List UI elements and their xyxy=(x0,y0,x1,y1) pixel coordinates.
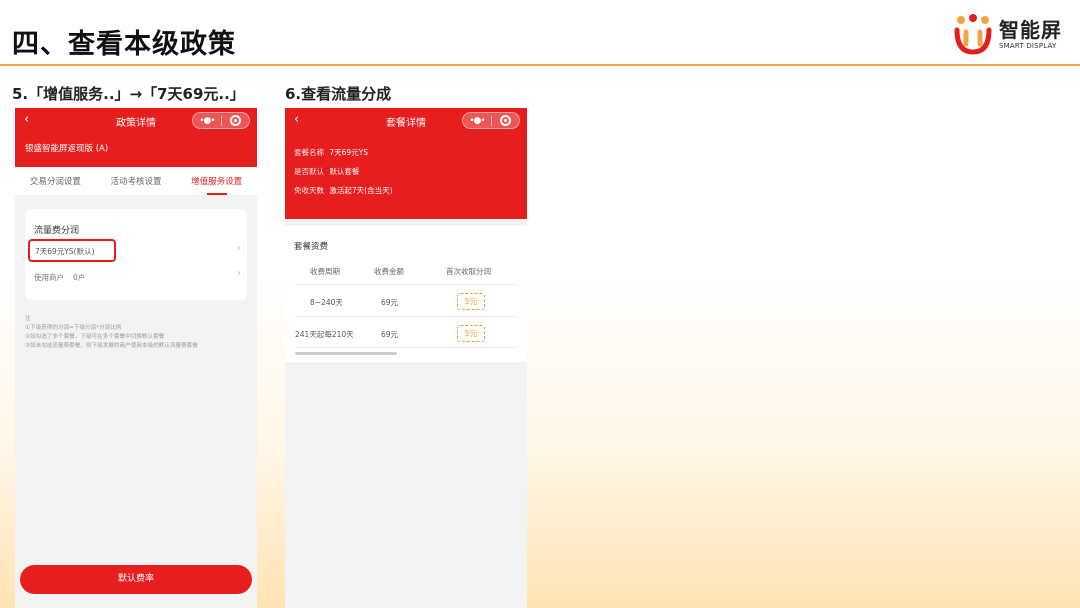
logo-text-cn: 智能屏 xyxy=(999,18,1062,42)
note-line: ③如未勾选流量费套餐，则下级发展的商户使用本级的默认流量费套餐 xyxy=(25,343,198,349)
cell-share-tag: 5元 xyxy=(457,325,485,342)
step5-caption: 5.「增值服务..」→「7天69元..」 xyxy=(12,85,245,103)
info-key: 套餐名称 xyxy=(294,148,324,157)
step6-caption: 6.查看流量分成 xyxy=(285,85,392,103)
fee-title: 套餐资费 xyxy=(294,242,329,252)
info-key: 免收天数 xyxy=(294,186,324,195)
cell-amount: 69元 xyxy=(381,330,399,339)
notes: 注 ①下级获得的分润=下级分润*分润比例 ②如勾选了多个套餐，下级可在多个套餐中… xyxy=(25,315,257,351)
column-header: 首次收取分润 xyxy=(446,267,491,276)
note-line: ①下级获得的分润=下级分润*分润比例 xyxy=(25,325,122,331)
info-row: 免收天数 激活起7天(含当天) xyxy=(294,185,527,204)
horizontal-scrollbar[interactable] xyxy=(295,352,397,355)
more-icon[interactable]: •●• xyxy=(463,116,491,126)
package-row[interactable]: 7天69元YS(默认) xyxy=(28,239,116,262)
fee-table-card: 套餐资费 收费周期 收费金额 首次收取分润 8~240天 69元 5元 241天… xyxy=(285,226,527,362)
package-info-panel: 套餐名称 7天69元YS 是否默认 默认套餐 免收天数 激活起7天(含当天) xyxy=(285,133,527,219)
traffic-fee-card: 流量费分润 7天69元YS(默认) › 使用商户 0户 › xyxy=(25,209,247,300)
miniprogram-capsule: •●• xyxy=(462,112,520,129)
brand-logo: 智能屏 SMART DISPLAY xyxy=(953,14,1062,56)
merchants-value: 0户 xyxy=(73,273,86,282)
info-value: 默认套餐 xyxy=(329,167,360,176)
close-target-icon[interactable] xyxy=(492,115,519,126)
tab-bar: 交易分润设置 活动考核设置 增值服务设置 xyxy=(15,167,257,195)
tab-trade-profit[interactable]: 交易分润设置 xyxy=(28,175,83,187)
smart-display-logo-icon xyxy=(953,14,993,56)
page-title: 四、查看本级政策 xyxy=(12,29,236,60)
tab-activity-assessment[interactable]: 活动考核设置 xyxy=(108,175,163,187)
package-detail-screen: ‹ 套餐详情 •●• 套餐名称 7天69元YS 是否默认 默认套餐 免收天数 激… xyxy=(285,108,527,608)
logo-text-en: SMART DISPLAY xyxy=(999,42,1057,50)
column-header: 收费金额 xyxy=(374,267,404,276)
merchants-label: 使用商户 xyxy=(34,273,64,282)
column-header: 收费周期 xyxy=(310,267,340,276)
navbar: ‹ 政策详情 •●• xyxy=(15,108,257,133)
cell-period: 8~240天 xyxy=(310,298,343,307)
title-divider xyxy=(0,64,1080,66)
info-value: 激活起7天(含当天) xyxy=(329,186,393,195)
tab-value-added-service[interactable]: 增值服务设置 xyxy=(189,175,244,195)
navbar: ‹ 套餐详情 •●• xyxy=(285,108,527,133)
merchants-row[interactable]: 使用商户 0户 xyxy=(34,272,85,283)
close-target-icon[interactable] xyxy=(222,115,249,126)
info-row: 套餐名称 7天69元YS xyxy=(294,147,527,166)
chevron-right-icon: › xyxy=(237,243,241,254)
info-row: 是否默认 默认套餐 xyxy=(294,166,527,185)
note-line: ②如勾选了多个套餐，下级可在多个套餐中切换默认套餐 xyxy=(25,334,165,340)
cell-share-tag: 5元 xyxy=(457,293,485,310)
info-value: 7天69元YS xyxy=(329,148,369,157)
cell-amount: 69元 xyxy=(381,298,399,307)
info-key: 是否默认 xyxy=(294,167,324,176)
default-rate-button[interactable]: 默认费率 xyxy=(20,565,252,594)
policy-name: 银盛智能屏返现版 (A) xyxy=(15,133,257,167)
card-title: 流量费分润 xyxy=(34,226,80,236)
policy-detail-screen: ‹ 政策详情 •●• 银盛智能屏返现版 (A) 交易分润设置 活动考核设置 增值… xyxy=(15,108,257,608)
miniprogram-capsule: •●• xyxy=(192,112,250,129)
cell-period: 241天起每210天 xyxy=(295,330,354,339)
more-icon[interactable]: •●• xyxy=(193,116,221,126)
chevron-right-icon: › xyxy=(237,268,241,279)
note-line: 注 xyxy=(25,316,31,322)
